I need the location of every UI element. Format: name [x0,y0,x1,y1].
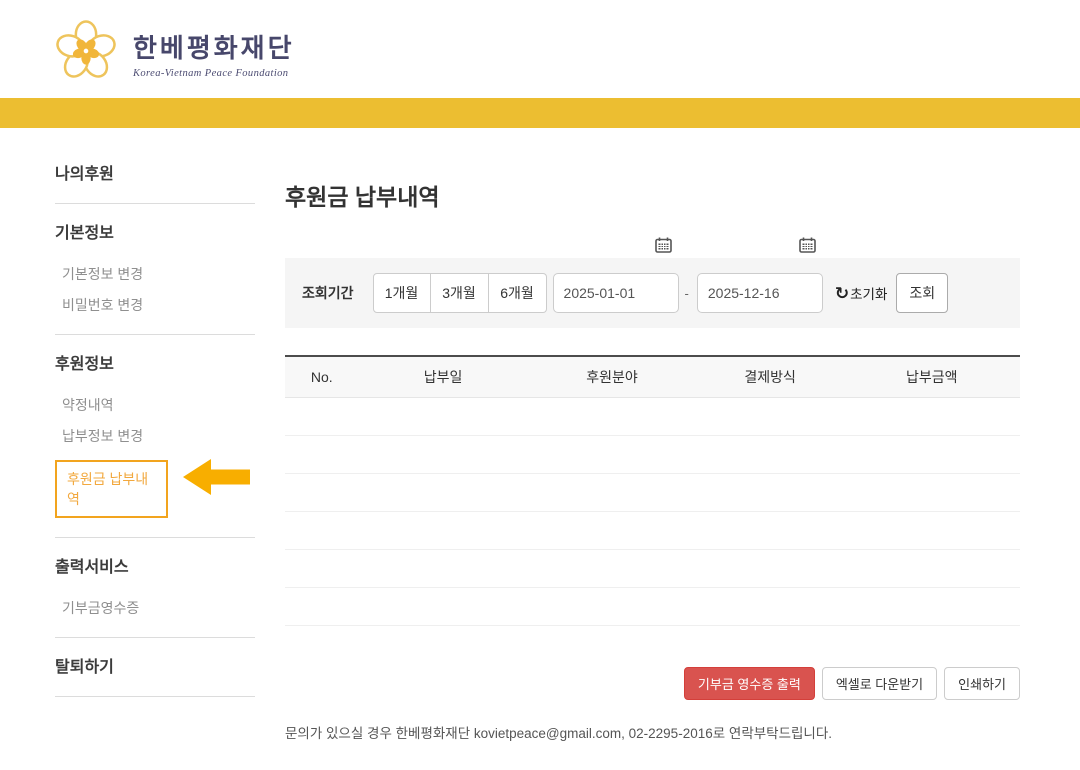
table-row-empty [285,435,1020,474]
payment-history-table: No. 납부일 후원분야 결제방식 납부금액 [285,355,1020,626]
print-donation-receipt-button[interactable]: 기부금 영수증 출력 [683,667,815,700]
sidebar: 나의후원 기본정보 기본정보 변경 비밀번호 변경 후원정보 약정내역 납부정보… [55,158,255,742]
column-header-payment-method: 결제방식 [696,356,844,398]
table-row-empty [285,473,1020,512]
sidebar-item-pledge-history[interactable]: 약정내역 [62,395,255,415]
print-button[interactable]: 인쇄하기 [944,667,1020,700]
accent-bar [0,98,1080,128]
site-header: 한베평화재단 Korea-Vietnam Peace Foundation [0,0,1080,98]
contact-note: 문의가 있으실 경우 한베평화재단 kovietpeace@gmail.com,… [285,726,833,741]
sidebar-item-basic-info[interactable]: 기본정보 [55,219,255,243]
column-header-support-field: 후원분야 [527,356,697,398]
sidebar-item-donation-receipt[interactable]: 기부금영수증 [62,598,255,618]
period-1month-button[interactable]: 1개월 [372,273,431,313]
date-range-separator: - [684,285,689,301]
filter-label: 조회기간 [302,285,354,301]
date-to-input[interactable] [696,273,823,313]
page-title: 후원금 납부내역 [285,184,440,210]
calendar-icon[interactable] [799,237,816,253]
column-header-payment-date: 납부일 [358,356,528,398]
refresh-icon: ↻ [834,283,850,303]
active-item-label: 후원금 납부내역 [67,471,149,507]
action-buttons: 기부금 영수증 출력 엑셀로 다운받기 인쇄하기 [285,667,1020,700]
sidebar-item-donation-payment-history[interactable]: 후원금 납부내역 [55,459,250,518]
logo-korean-name: 한베평화재단 [133,34,295,63]
table-header-row: No. 납부일 후원분야 결제방식 납부금액 [285,356,1020,398]
sidebar-item-my-support[interactable]: 나의후원 [55,160,255,184]
period-6month-button[interactable]: 6개월 [488,273,547,313]
sidebar-item-print-service[interactable]: 출력서비스 [55,553,255,577]
date-from-input[interactable] [552,273,679,313]
sidebar-item-withdraw[interactable]: 탈퇴하기 [55,653,255,677]
table-row-empty [285,511,1020,550]
content: 나의후원 기본정보 기본정보 변경 비밀번호 변경 후원정보 약정내역 납부정보… [0,98,1080,742]
reset-label: 초기화 [850,287,888,302]
main-panel: 후원금 납부내역 조회기간 1개월 3개월 6개월 2025-01-01 - 2… [255,158,1020,742]
period-button-group: 1개월 3개월 6개월 [372,273,547,313]
sidebar-section-support-info: 후원정보 약정내역 납부정보 변경 후원금 납부내역 [55,335,255,538]
filter-box: 조회기간 1개월 3개월 6개월 - ↻ 초기화 조회 [285,258,1020,328]
reset-control[interactable]: ↻ 초기화 [835,283,888,303]
sidebar-section-withdraw: 탈퇴하기 [55,638,255,697]
table-row-empty [285,549,1020,588]
filter-area: 조회기간 1개월 3개월 6개월 - ↻ 초기화 조회 [285,237,1020,328]
foundation-logo-flower-icon [55,20,117,87]
period-3month-button[interactable]: 3개월 [430,273,489,313]
foundation-logo[interactable]: 한베평화재단 Korea-Vietnam Peace Foundation [55,20,1080,87]
table-body [285,397,1020,626]
sidebar-section-my-support: 나의후원 [55,158,255,204]
download-excel-button[interactable]: 엑셀로 다운받기 [821,667,938,700]
search-button[interactable]: 조회 [896,273,949,313]
sidebar-section-basic-info: 기본정보 기본정보 변경 비밀번호 변경 [55,204,255,335]
logo-english-name: Korea-Vietnam Peace Foundation [133,68,289,79]
sidebar-item-change-password[interactable]: 비밀번호 변경 [62,295,255,315]
sidebar-section-print-service: 출력서비스 기부금영수증 [55,538,255,638]
sidebar-item-support-info[interactable]: 후원정보 [55,350,255,374]
column-header-no: No. [285,356,359,398]
calendar-icon[interactable] [655,237,672,253]
table-row-empty [285,397,1020,436]
column-header-payment-amount: 납부금액 [843,356,1020,398]
sidebar-item-change-basic-info[interactable]: 기본정보 변경 [62,264,255,284]
highlight-arrow-icon [183,459,250,495]
sidebar-item-change-payment-info[interactable]: 납부정보 변경 [62,426,255,446]
table-row-empty [285,587,1020,626]
